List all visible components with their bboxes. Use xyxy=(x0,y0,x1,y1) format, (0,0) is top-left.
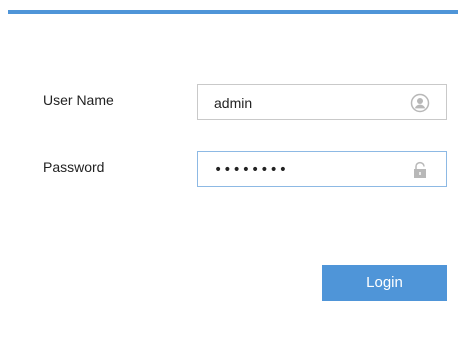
login-button[interactable]: Login xyxy=(322,265,447,301)
lock-icon xyxy=(410,160,430,180)
password-input[interactable]: •••••••• xyxy=(197,151,447,187)
password-value: •••••••• xyxy=(214,162,289,178)
user-icon xyxy=(410,93,430,113)
username-label: User Name xyxy=(43,92,114,108)
top-accent-bar xyxy=(8,10,458,14)
username-value: admin xyxy=(214,95,253,111)
login-page: User Name admin Password •••••••• Login xyxy=(0,0,472,345)
username-input[interactable]: admin xyxy=(197,84,447,120)
username-row: User Name admin xyxy=(0,84,472,120)
password-row: Password •••••••• xyxy=(0,151,472,187)
password-label: Password xyxy=(43,159,105,175)
